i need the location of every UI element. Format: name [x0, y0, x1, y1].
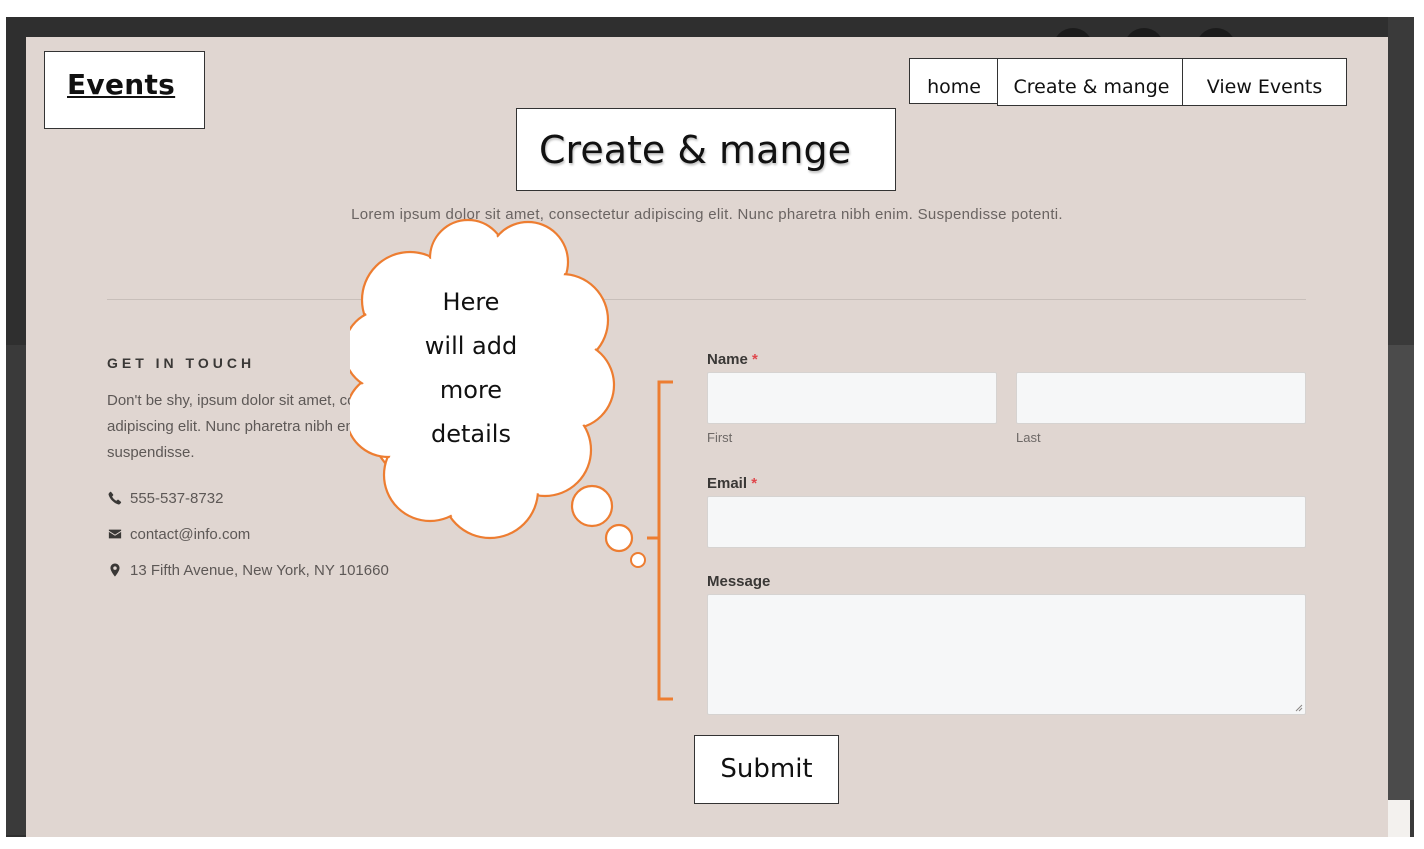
- contact-address: 13 Fifth Avenue, New York, NY 101660: [107, 560, 389, 580]
- get-in-touch-heading: GET IN TOUCH: [107, 355, 256, 371]
- nav-item-label: View Events: [1206, 76, 1323, 98]
- page-title: Create & mange: [539, 128, 851, 172]
- last-name-sublabel: Last: [1016, 430, 1041, 445]
- annotation-line: will add: [424, 332, 518, 360]
- nav-item-label: home: [927, 76, 981, 98]
- name-label-text: Name: [707, 351, 748, 368]
- background-page-corner: [1388, 800, 1410, 837]
- contact-phone: 555-537-8732: [107, 488, 223, 508]
- nav-item-create-manage[interactable]: Create & mange: [997, 58, 1186, 106]
- required-mark: *: [752, 351, 758, 368]
- annotation-line: details: [431, 420, 511, 448]
- nav-item-label: Create & mange: [1013, 76, 1170, 98]
- annotation-line: Here: [442, 288, 500, 316]
- page-title-box: Create & mange: [516, 108, 896, 191]
- annotation-text: Here will add more details: [380, 280, 562, 456]
- last-name-input[interactable]: [1016, 372, 1306, 424]
- annotation-line: more: [439, 376, 503, 404]
- map-pin-icon: [107, 562, 123, 578]
- email-input[interactable]: [707, 496, 1306, 548]
- contact-phone-text: 555-537-8732: [130, 489, 224, 507]
- annotation-bracket: [647, 380, 673, 701]
- get-in-touch-text: Don't be shy, ipsum dolor sit amet, cons…: [107, 388, 418, 466]
- get-in-touch-line: suspendisse.: [107, 444, 195, 461]
- intro-text: Lorem ipsum dolor sit amet, consectetur …: [351, 206, 1063, 223]
- get-in-touch-line: adipiscing elit. Nunc pharetra nibh enim…: [107, 418, 374, 435]
- first-name-input[interactable]: [707, 372, 997, 424]
- resize-handle-icon[interactable]: [1295, 704, 1303, 712]
- logo-box[interactable]: Events: [44, 51, 205, 129]
- email-label-text: Email: [707, 475, 748, 492]
- first-name-sublabel: First: [707, 430, 733, 445]
- required-mark: *: [751, 475, 758, 492]
- site-logo[interactable]: Events: [67, 68, 175, 101]
- contact-email: contact@info.com: [107, 524, 250, 544]
- background-image-strip: [6, 345, 26, 835]
- submit-button[interactable]: Submit: [694, 735, 839, 804]
- nav-item-home[interactable]: home: [909, 58, 999, 104]
- section-divider: [107, 299, 1306, 300]
- message-label: Message: [707, 573, 771, 590]
- nav-item-view-events[interactable]: View Events: [1182, 58, 1347, 106]
- background-image-strip: [1388, 345, 1414, 800]
- phone-icon: [107, 490, 123, 506]
- name-label: Name *: [707, 351, 758, 368]
- message-textarea[interactable]: [707, 594, 1306, 715]
- get-in-touch-line: Don't be shy, ipsum dolor sit amet, cons…: [107, 392, 418, 409]
- submit-button-label: Submit: [720, 754, 813, 784]
- email-label: Email *: [707, 475, 757, 492]
- contact-email-text: contact@info.com: [130, 525, 251, 543]
- envelope-icon: [107, 526, 123, 542]
